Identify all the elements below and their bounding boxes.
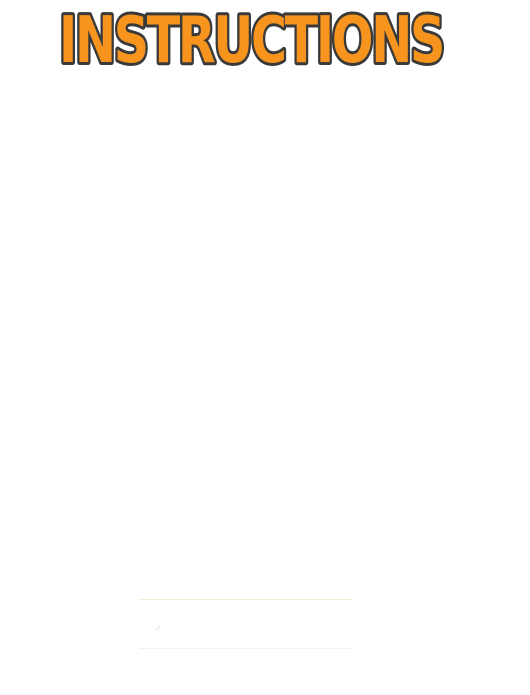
instructions-title: INSTRUCTIONS bbox=[56, 4, 446, 74]
instructions-title-graphic: INSTRUCTIONS bbox=[56, 4, 446, 74]
button-icon bbox=[155, 625, 161, 631]
instructions-title-text: INSTRUCTIONS bbox=[59, 4, 443, 74]
instructions-content bbox=[0, 80, 530, 590]
continue-button[interactable] bbox=[139, 599, 352, 649]
instructions-screen: INSTRUCTIONS bbox=[0, 0, 530, 695]
